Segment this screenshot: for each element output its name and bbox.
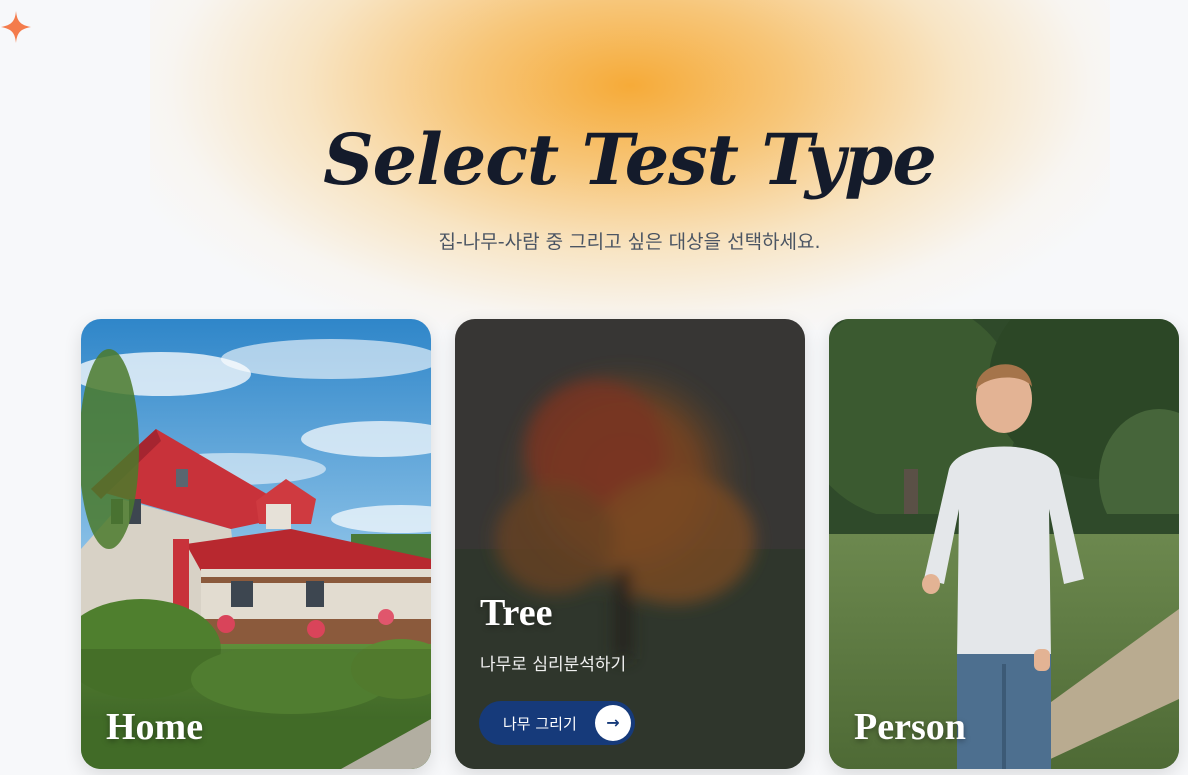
arrow-right-icon: → bbox=[595, 705, 631, 741]
card-person-title: Person bbox=[854, 706, 966, 748]
sparkle-icon bbox=[1, 11, 31, 43]
card-tree-description: 나무로 심리분석하기 bbox=[480, 655, 627, 675]
card-home[interactable]: Home bbox=[81, 319, 431, 769]
draw-tree-button-label: 나무 그리기 bbox=[503, 715, 577, 733]
card-home-title: Home bbox=[106, 706, 204, 748]
page-subtitle: 집-나무-사람 중 그리고 싶은 대상을 선택하세요. bbox=[438, 231, 821, 253]
person-image bbox=[829, 319, 1179, 769]
card-tree[interactable]: Tree 나무로 심리분석하기 나무 그리기 → bbox=[455, 319, 805, 769]
draw-tree-button[interactable]: 나무 그리기 → bbox=[479, 701, 635, 745]
house-image bbox=[81, 319, 431, 769]
page-title: Select Test Type bbox=[323, 118, 937, 201]
card-person[interactable]: Person bbox=[829, 319, 1179, 769]
card-tree-title: Tree bbox=[480, 592, 553, 634]
